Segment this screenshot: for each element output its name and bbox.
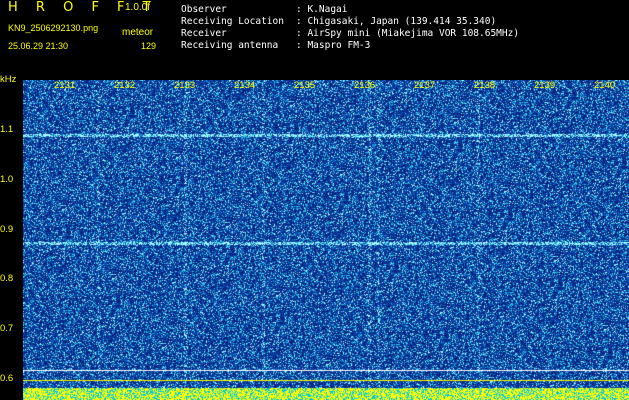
location-value: : Chigasaki, Japan (139.414 35.340) <box>296 16 497 27</box>
y-tick-label: 0.6 <box>0 373 14 384</box>
time-tick-label: 2135 <box>294 80 316 91</box>
y-tick-label: 1.0 <box>0 174 14 185</box>
mode-label: meteor <box>122 27 154 38</box>
time-tick-label: 2133 <box>174 80 196 91</box>
receiver-label: Receiver <box>181 28 227 39</box>
observer-value: : K.Nagai <box>296 4 348 15</box>
header-panel: H R O F F T 1.0.0f KN9_2506292130.png me… <box>0 0 629 78</box>
y-tick-label: 0.7 <box>0 323 14 334</box>
receiver-value: : AirSpy mini (Miakejima VOR 108.65MHz) <box>296 28 520 39</box>
version-label: 1.0.0f <box>125 2 151 13</box>
antenna-value: : Maspro FM-3 <box>296 40 371 51</box>
time-tick-label: 2138 <box>474 80 496 91</box>
antenna-label: Receiving antenna <box>181 40 279 51</box>
spectrogram-plot[interactable] <box>23 80 629 400</box>
datetime-label: 25.06.29 21:30 <box>8 41 69 51</box>
observer-label: Observer <box>181 4 227 15</box>
time-tick-label: 2139 <box>534 80 556 91</box>
location-label: Receiving Location <box>181 16 284 27</box>
filename-label: KN9_2506292130.png <box>8 23 99 33</box>
y-tick-label: 1.1 <box>0 124 14 135</box>
count-label: 129 <box>141 41 157 51</box>
y-tick-label: 0.8 <box>0 273 14 284</box>
y-tick-label: 0.9 <box>0 224 14 235</box>
y-axis-unit: kHz <box>0 74 17 85</box>
spectrogram-canvas[interactable] <box>23 80 629 400</box>
time-tick-label: 2131 <box>54 80 76 91</box>
time-tick-label: 2132 <box>114 80 136 91</box>
time-tick-label: 2136 <box>354 80 376 91</box>
time-tick-label: 2137 <box>414 80 436 91</box>
time-tick-label: 2134 <box>234 80 256 91</box>
time-tick-label: 2140 <box>594 80 616 91</box>
